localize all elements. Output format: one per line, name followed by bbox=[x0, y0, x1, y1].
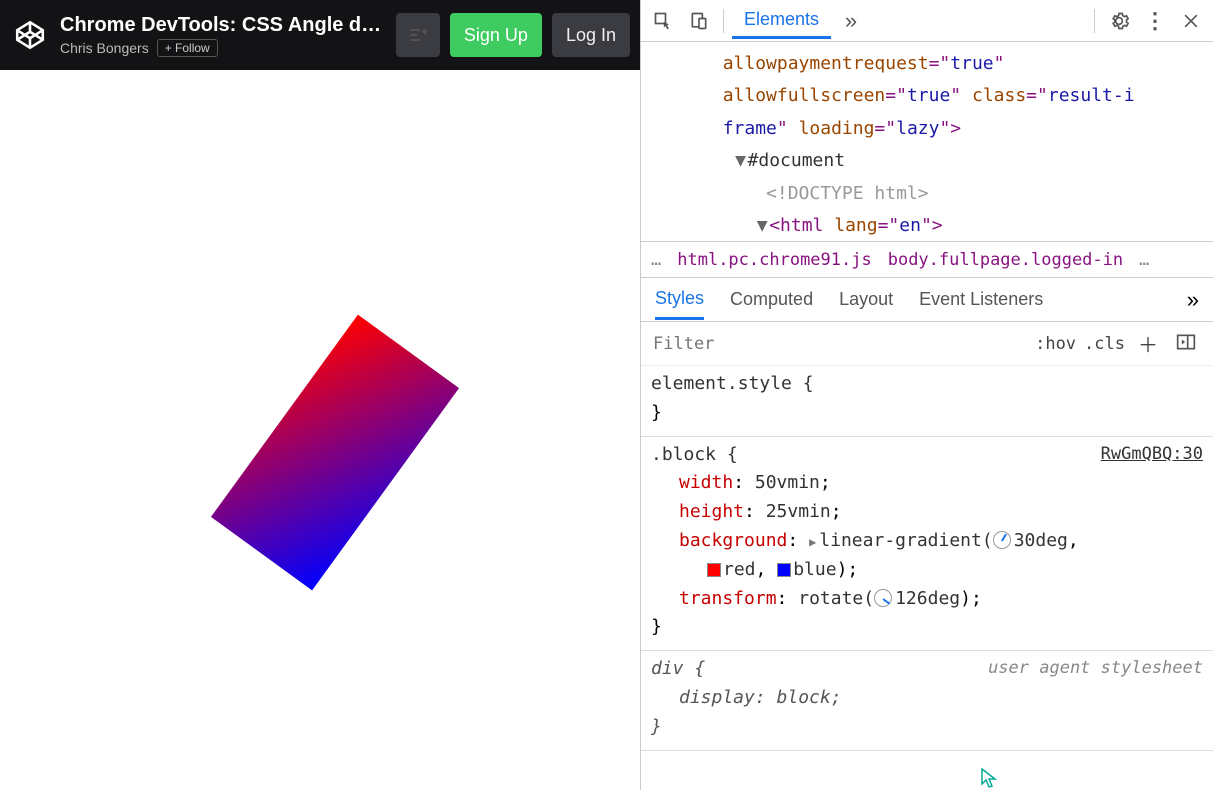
more-subtabs-icon[interactable]: » bbox=[1187, 287, 1199, 313]
breadcrumb: … html.pc.chrome91.js body.fullpage.logg… bbox=[641, 242, 1213, 278]
brace: } bbox=[651, 616, 662, 637]
tag[interactable]: html bbox=[780, 215, 823, 236]
pen-title: Chrome DevTools: CSS Angle de… bbox=[60, 14, 386, 37]
follow-button[interactable]: + Follow bbox=[157, 39, 218, 57]
color-swatch-icon[interactable] bbox=[707, 563, 721, 577]
attr-value[interactable]: en bbox=[899, 215, 921, 236]
attr-value[interactable]: true bbox=[907, 85, 950, 106]
disclosure-icon[interactable]: ▼ bbox=[755, 210, 769, 242]
codepen-logo-icon bbox=[10, 15, 50, 55]
signup-button[interactable]: Sign Up bbox=[450, 13, 542, 57]
breadcrumb-more[interactable]: … bbox=[1139, 250, 1149, 270]
subtab-computed[interactable]: Computed bbox=[730, 281, 813, 318]
css-value[interactable]: 126deg bbox=[895, 588, 960, 609]
attr-value[interactable]: lazy bbox=[896, 118, 939, 139]
angle-swatch-icon[interactable] bbox=[874, 589, 892, 607]
css-property[interactable]: height bbox=[679, 501, 744, 522]
gear-icon[interactable] bbox=[1103, 5, 1135, 37]
attr[interactable]: loading bbox=[799, 118, 875, 139]
divider bbox=[723, 9, 724, 33]
attr-value[interactable]: frame bbox=[723, 118, 777, 139]
tab-elements[interactable]: Elements bbox=[732, 3, 831, 39]
css-value[interactable]: 25vmin bbox=[766, 501, 831, 522]
breadcrumb-item[interactable]: body.fullpage.logged-in bbox=[888, 250, 1123, 270]
computed-sidebar-toggle-icon[interactable] bbox=[1171, 332, 1201, 356]
breadcrumb-item[interactable]: html.pc.chrome91.js bbox=[677, 250, 871, 270]
devtools-toolbar: Elements » ⋮ bbox=[641, 0, 1213, 42]
css-value[interactable]: red bbox=[723, 559, 756, 580]
styles-subtabs: Styles Computed Layout Event Listeners » bbox=[641, 278, 1213, 322]
css-property[interactable]: transform bbox=[679, 588, 777, 609]
cls-toggle[interactable]: .cls bbox=[1084, 334, 1125, 354]
selector: div { bbox=[651, 658, 705, 679]
codepen-topbar: Chrome DevTools: CSS Angle de… Chris Bon… bbox=[0, 0, 640, 70]
style-rule-user-agent[interactable]: div {user agent stylesheet display: bloc… bbox=[641, 651, 1213, 750]
expand-icon[interactable]: ▶ bbox=[809, 533, 816, 552]
devtools-panel: Elements » ⋮ allowpaymentrequest="true" … bbox=[640, 0, 1213, 790]
doctype-node[interactable]: <!DOCTYPE html> bbox=[766, 183, 929, 204]
attr[interactable]: class bbox=[972, 85, 1026, 106]
document-node[interactable]: #document bbox=[748, 150, 846, 171]
source-link[interactable]: RwGmQBQ:30 bbox=[1101, 441, 1203, 468]
subtab-layout[interactable]: Layout bbox=[839, 281, 893, 318]
pen-author[interactable]: Chris Bongers bbox=[60, 40, 149, 56]
subtab-event-listeners[interactable]: Event Listeners bbox=[919, 281, 1043, 318]
color-swatch-icon[interactable] bbox=[777, 563, 791, 577]
css-value[interactable]: 50vmin bbox=[755, 472, 820, 493]
style-rule-block[interactable]: .block {RwGmQBQ:30 width: 50vmin; height… bbox=[641, 437, 1213, 652]
css-value: block bbox=[777, 687, 831, 708]
attr[interactable]: allowpaymentrequest bbox=[723, 53, 929, 74]
styles-pane[interactable]: element.style { } .block { RwGmQBQ:30 wid… bbox=[641, 366, 1213, 790]
new-style-rule-icon[interactable]: ＋ bbox=[1133, 329, 1163, 358]
style-rule-element[interactable]: element.style { } bbox=[641, 366, 1213, 437]
view-toggle-button[interactable] bbox=[396, 13, 440, 57]
login-button[interactable]: Log In bbox=[552, 13, 630, 57]
attr[interactable]: allowfullscreen bbox=[723, 85, 886, 106]
css-property[interactable]: background bbox=[679, 530, 787, 551]
filter-row: :hov .cls ＋ bbox=[641, 322, 1213, 366]
brace: } bbox=[651, 716, 662, 737]
dom-tree[interactable]: allowpaymentrequest="true" allowfullscre… bbox=[641, 42, 1213, 242]
selector[interactable]: element.style { bbox=[651, 373, 814, 394]
preview-area bbox=[0, 70, 640, 790]
css-property: display bbox=[679, 687, 755, 708]
attr-value[interactable]: true bbox=[950, 53, 993, 74]
css-property[interactable]: width bbox=[679, 472, 733, 493]
attr[interactable]: lang bbox=[834, 215, 877, 236]
kebab-menu-icon[interactable]: ⋮ bbox=[1139, 5, 1171, 37]
ua-source: user agent stylesheet bbox=[988, 655, 1203, 682]
divider bbox=[1094, 9, 1095, 33]
breadcrumb-more[interactable]: … bbox=[651, 250, 661, 270]
device-toggle-icon[interactable] bbox=[683, 5, 715, 37]
css-value[interactable]: blue bbox=[793, 559, 836, 580]
filter-input[interactable] bbox=[653, 334, 1027, 354]
inspect-icon[interactable] bbox=[647, 5, 679, 37]
subtab-styles[interactable]: Styles bbox=[655, 280, 704, 320]
disclosure-icon[interactable]: ▼ bbox=[734, 145, 748, 177]
attr-value[interactable]: result-i bbox=[1048, 85, 1135, 106]
hov-toggle[interactable]: :hov bbox=[1035, 334, 1076, 354]
more-tabs-icon[interactable]: » bbox=[835, 5, 867, 37]
close-icon[interactable] bbox=[1175, 5, 1207, 37]
css-value[interactable]: 30deg bbox=[1014, 530, 1068, 551]
angle-swatch-icon[interactable] bbox=[993, 531, 1011, 549]
brace: } bbox=[651, 402, 662, 423]
css-fn[interactable]: rotate( bbox=[798, 588, 874, 609]
selector[interactable]: .block { bbox=[651, 444, 738, 465]
css-fn[interactable]: linear-gradient( bbox=[819, 530, 992, 551]
css-block-preview bbox=[211, 315, 459, 591]
